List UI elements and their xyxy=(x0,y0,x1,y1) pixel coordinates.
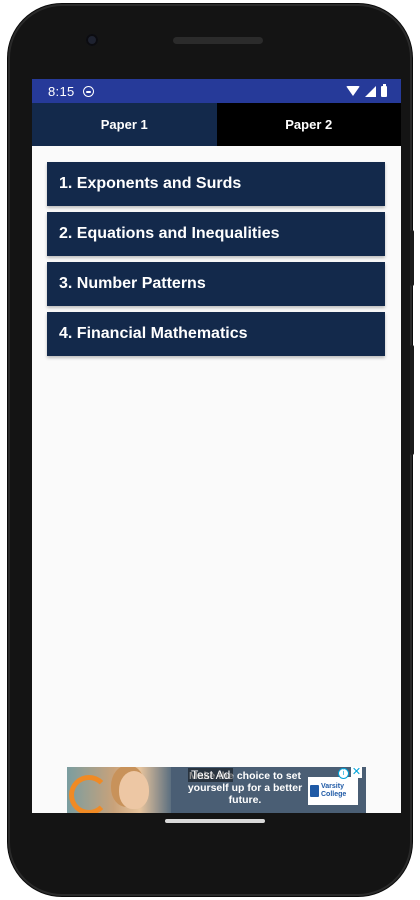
banner-ad[interactable]: Make the choice to set yourself up for a… xyxy=(67,767,366,813)
notification-app-icon xyxy=(82,85,94,97)
battery-icon xyxy=(381,83,387,97)
ad-brand-logo: Varsity College xyxy=(308,777,358,805)
topic-list: 1. Exponents and Surds 2. Equations and … xyxy=(47,162,385,362)
volume-button[interactable] xyxy=(410,345,414,455)
ad-test-label: Test Ad xyxy=(188,768,234,782)
home-gesture-bar[interactable] xyxy=(165,819,265,823)
ad-close-icon[interactable]: ✕ xyxy=(351,767,362,778)
tab-paper-2[interactable]: Paper 2 xyxy=(217,103,402,146)
topic-exponents-and-surds[interactable]: 1. Exponents and Surds xyxy=(47,162,385,206)
front-camera xyxy=(86,34,98,46)
wifi-icon xyxy=(346,86,360,96)
topic-number-patterns[interactable]: 3. Number Patterns xyxy=(47,262,385,306)
power-button[interactable] xyxy=(410,230,414,286)
tab-paper-1[interactable]: Paper 1 xyxy=(32,103,217,146)
ad-image xyxy=(67,767,171,813)
status-bar: 8:15 xyxy=(32,79,401,103)
topic-content: 1. Exponents and Surds 2. Equations and … xyxy=(32,146,401,766)
ad-brand-line1: Varsity xyxy=(321,783,344,790)
topic-equations-and-inequalities[interactable]: 2. Equations and Inequalities xyxy=(47,212,385,256)
ad-brand-line2: College xyxy=(321,791,347,798)
paper-tabs: Paper 1 Paper 2 xyxy=(32,103,401,146)
status-time: 8:15 xyxy=(48,83,75,99)
earpiece-speaker xyxy=(173,37,263,44)
topic-financial-mathematics[interactable]: 4. Financial Mathematics xyxy=(47,312,385,356)
ad-info-icon[interactable]: i xyxy=(338,768,349,779)
ad-brand-name: Varsity College xyxy=(321,783,346,799)
ad-ring-graphic xyxy=(69,775,109,813)
app-screen: 8:15 Paper 1 Paper 2 1. Exponents and Su… xyxy=(32,79,401,813)
ad-person-graphic xyxy=(119,771,149,809)
signal-icon xyxy=(365,85,376,97)
ad-logo-mark-icon xyxy=(310,785,319,797)
phone-frame: 8:15 Paper 1 Paper 2 1. Exponents and Su… xyxy=(8,4,412,896)
status-indicators xyxy=(346,83,387,97)
